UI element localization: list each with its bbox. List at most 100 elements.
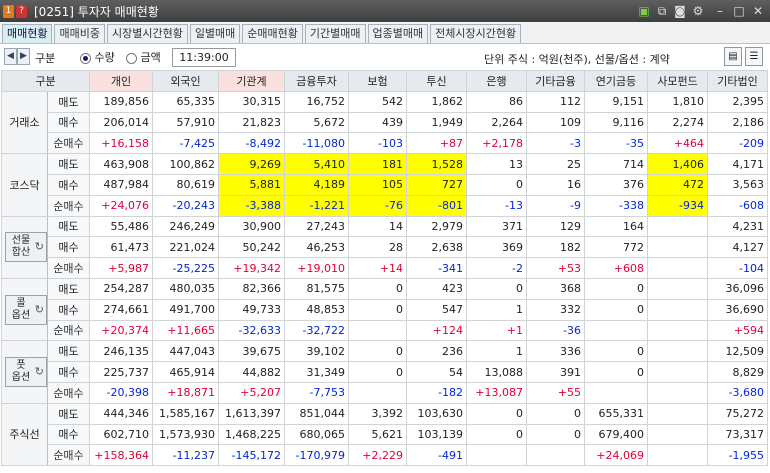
cell: 206,014: [89, 111, 153, 134]
cell: 27,243: [284, 215, 349, 238]
col-header[interactable]: 구분: [1, 70, 90, 92]
cell: [647, 381, 708, 404]
copy-icon[interactable]: ⧉: [654, 3, 670, 19]
cell: 182: [526, 236, 585, 259]
table-row: 주식선 매도 444,346 1,585,167 1,613,397 851,044 3,3…: [1, 402, 768, 467]
cell: 25: [526, 153, 585, 175]
cell: 772: [584, 236, 648, 259]
cell: +19,010: [284, 257, 349, 279]
cell: -145,172: [218, 444, 285, 467]
cell: 129: [526, 215, 585, 238]
grid-view-icon[interactable]: ▤: [724, 47, 742, 66]
col-header[interactable]: 보험: [348, 70, 407, 92]
tab-1[interactable]: 매매비중: [54, 24, 105, 43]
col-header[interactable]: 외국인: [152, 70, 219, 92]
table-row: 순매수 +16,158 -7,425 -8,492 -11,080 -103 +87 +2,1…: [2, 132, 768, 155]
refresh-icon: ↻: [34, 365, 44, 379]
cell: 2,979: [406, 215, 467, 238]
col-header[interactable]: 투신: [406, 70, 467, 92]
group-label[interactable]: 풋 옵션 ↻: [1, 340, 48, 404]
cell: 13,088: [466, 361, 527, 383]
help-icon[interactable]: ?: [16, 4, 27, 18]
group-toggle-button[interactable]: 선물 합산 ↻: [5, 232, 47, 263]
cell: -32,722: [284, 319, 349, 342]
group-toggle-button[interactable]: 풋 옵션 ↻: [5, 357, 47, 388]
gear-icon[interactable]: ⚙: [690, 3, 706, 19]
cell: 164: [584, 215, 648, 238]
cell: +464: [647, 132, 708, 155]
cell: -182: [406, 381, 467, 404]
cell: 376: [584, 173, 648, 196]
cell: +594: [707, 319, 768, 342]
cell: 1,528: [406, 153, 467, 175]
time-input[interactable]: 11:39:00: [172, 48, 236, 67]
cell: -20,398: [89, 381, 153, 404]
cell: -1,221: [284, 194, 349, 217]
cell: 655,331: [584, 402, 648, 425]
col-header[interactable]: 기타금융: [526, 70, 585, 92]
tab-4[interactable]: 순매매현황: [242, 24, 303, 43]
cell: 16,752: [284, 90, 349, 113]
cell: 39,102: [284, 340, 349, 363]
row-label: 순매수: [47, 194, 90, 217]
radio-off-icon[interactable]: [126, 52, 137, 64]
col-header[interactable]: 사모펀드: [647, 70, 708, 92]
cell: -13: [466, 194, 527, 217]
link-icon[interactable]: ▣: [636, 3, 652, 19]
cell: [647, 236, 708, 259]
maximize-icon[interactable]: □: [731, 3, 747, 19]
cell: 39,675: [218, 340, 285, 363]
cell: 5,410: [284, 153, 349, 175]
cell: 13: [466, 153, 527, 175]
cell: [647, 423, 708, 446]
gubun-label: 구분: [35, 52, 56, 65]
cell: 472: [647, 173, 708, 196]
tab-7[interactable]: 전체시장시간현황: [430, 24, 522, 43]
col-header[interactable]: 기타법인: [707, 70, 768, 92]
cell: 1,862: [406, 90, 467, 113]
tab-3[interactable]: 일별매매: [189, 24, 241, 43]
amt-radio[interactable]: 금액: [126, 49, 161, 65]
tab-6[interactable]: 업종별매매: [367, 24, 429, 43]
cell: [647, 361, 708, 383]
cell: +18,871: [152, 381, 219, 404]
prev-arrow-icon[interactable]: ◀: [4, 48, 17, 65]
next-arrow-icon[interactable]: ▶: [17, 48, 30, 65]
col-header[interactable]: 은행: [466, 70, 527, 92]
cell: +24,076: [89, 194, 153, 217]
qty-radio[interactable]: 수량: [80, 49, 115, 65]
cell: 0: [466, 423, 527, 446]
group-label[interactable]: 콜 옵션 ↻: [1, 277, 48, 342]
minimize-icon[interactable]: –: [712, 3, 728, 19]
cell: 680,065: [284, 423, 349, 446]
cell: 225,737: [89, 361, 153, 383]
row-label: 순매수: [47, 132, 90, 155]
col-header[interactable]: 금융투자: [284, 70, 349, 92]
col-header[interactable]: 개인: [89, 70, 153, 92]
group-toggle-button[interactable]: 콜 옵션 ↻: [5, 294, 47, 325]
tab-5[interactable]: 기간별매매: [304, 24, 366, 43]
radio-on-icon[interactable]: [80, 52, 91, 64]
camera-icon[interactable]: ◙: [672, 3, 688, 19]
cell: 46,253: [284, 236, 349, 259]
table-row: 콜 옵션 ↻ 매도 254,287 480,035 82,366 81,575 0 423 0 36…: [1, 277, 768, 342]
cell: 727: [406, 173, 467, 196]
group-name: 콜 옵션: [11, 297, 31, 321]
table-row: 매수 206,014 57,910 21,823 5,672 439 1,949 2,264 1…: [2, 111, 768, 134]
close-icon[interactable]: ✕: [750, 3, 766, 19]
col-header[interactable]: 기관계: [218, 70, 285, 92]
cell: 4,171: [707, 153, 768, 175]
tab-0[interactable]: 매매현황: [2, 24, 53, 43]
list-view-icon[interactable]: ☰: [745, 47, 763, 66]
cell: +14: [348, 257, 407, 279]
cell: 0: [584, 298, 648, 321]
tab-2[interactable]: 시장별시간현황: [106, 24, 188, 43]
cell: 112: [526, 90, 585, 113]
cell: 36,690: [707, 298, 768, 321]
group-label[interactable]: 선물 합산 ↻: [1, 215, 48, 279]
col-header[interactable]: 연기금등: [584, 70, 648, 92]
table-row: 순매수 +24,076 -20,243 -3,388 -1,221 -76 -801 -13-…: [2, 194, 768, 217]
cell: [647, 257, 708, 279]
cell: +19,342: [218, 257, 285, 279]
cell: 4,189: [284, 173, 349, 196]
